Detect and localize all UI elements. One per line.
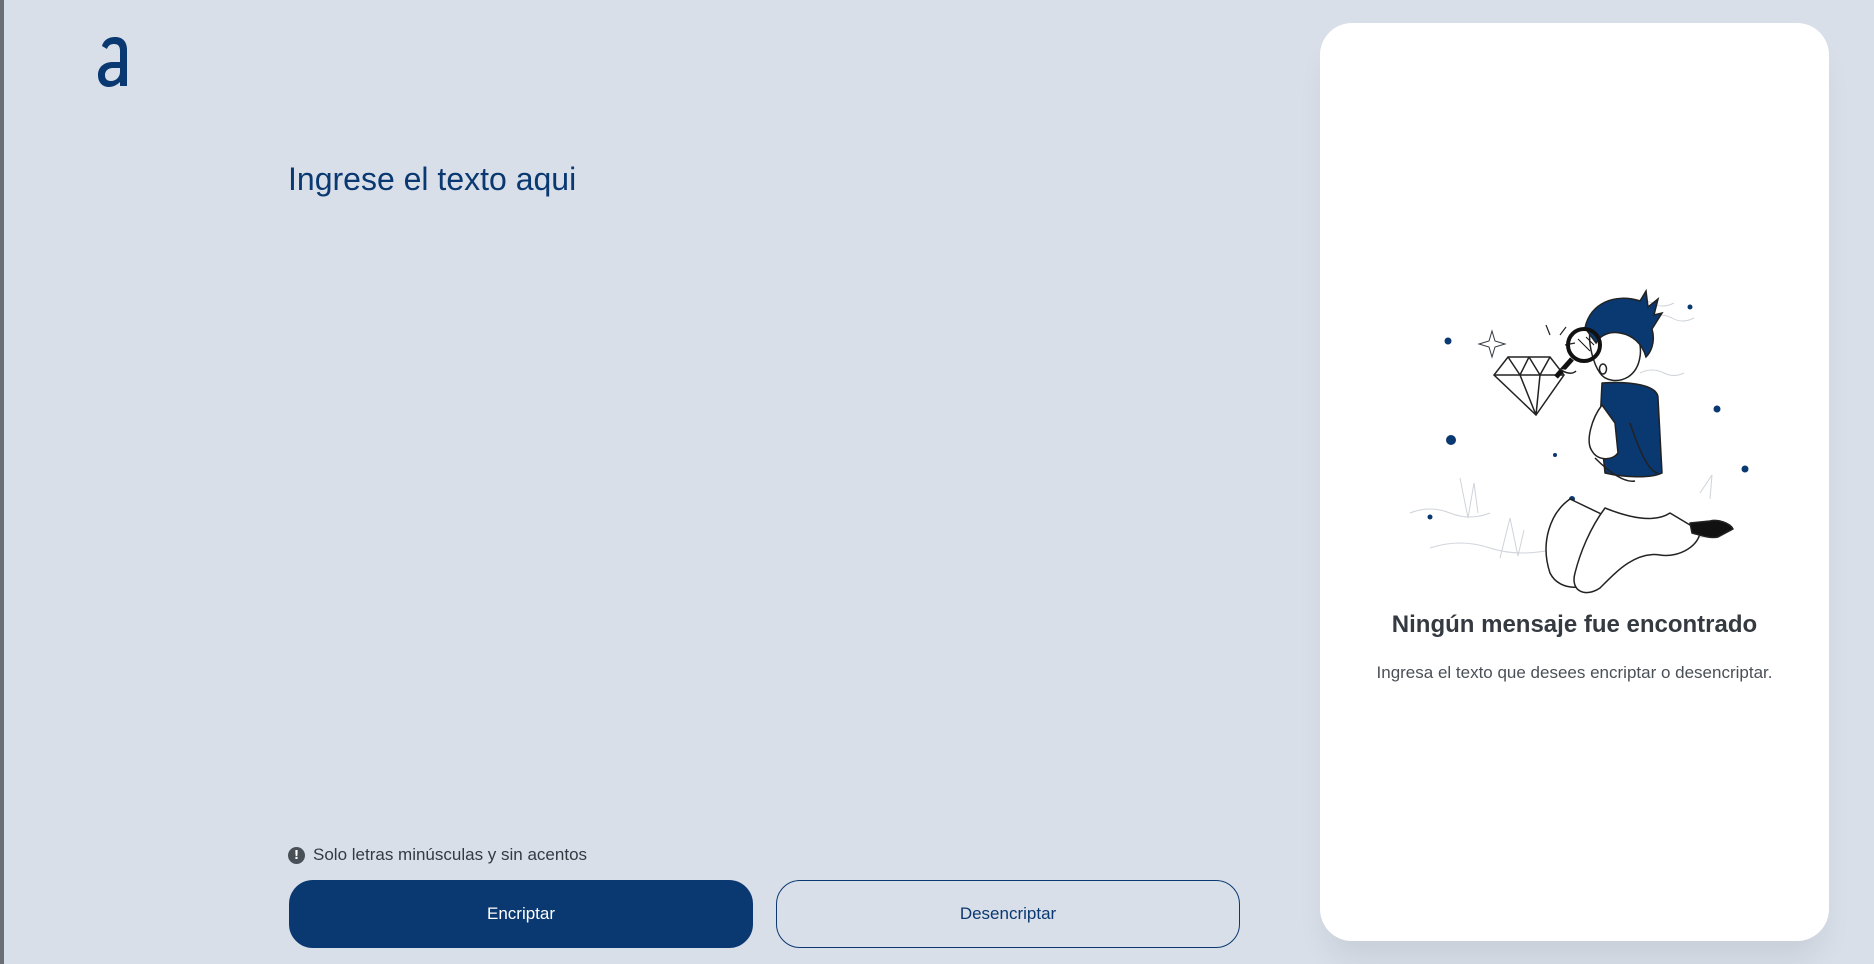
text-input[interactable] xyxy=(288,160,1238,820)
hint-text: Solo letras minúsculas y sin acentos xyxy=(313,845,588,864)
input-hint: ! Solo letras minúsculas y sin acentos xyxy=(288,844,587,866)
encrypt-button[interactable]: Encriptar xyxy=(289,880,753,948)
search-illustration xyxy=(1409,288,1749,594)
empty-state-title: Ningún mensaje fue encontrado xyxy=(1391,611,1758,638)
output-panel: Ningún mensaje fue encontrado Ingresa el… xyxy=(1320,23,1829,941)
decrypt-button[interactable]: Desencriptar xyxy=(776,880,1240,948)
alura-logo-icon[interactable] xyxy=(96,36,132,88)
empty-state-subtitle: Ingresa el texto que desees encriptar o … xyxy=(1376,663,1773,682)
info-icon: ! xyxy=(288,846,305,864)
window-left-edge xyxy=(0,0,4,964)
